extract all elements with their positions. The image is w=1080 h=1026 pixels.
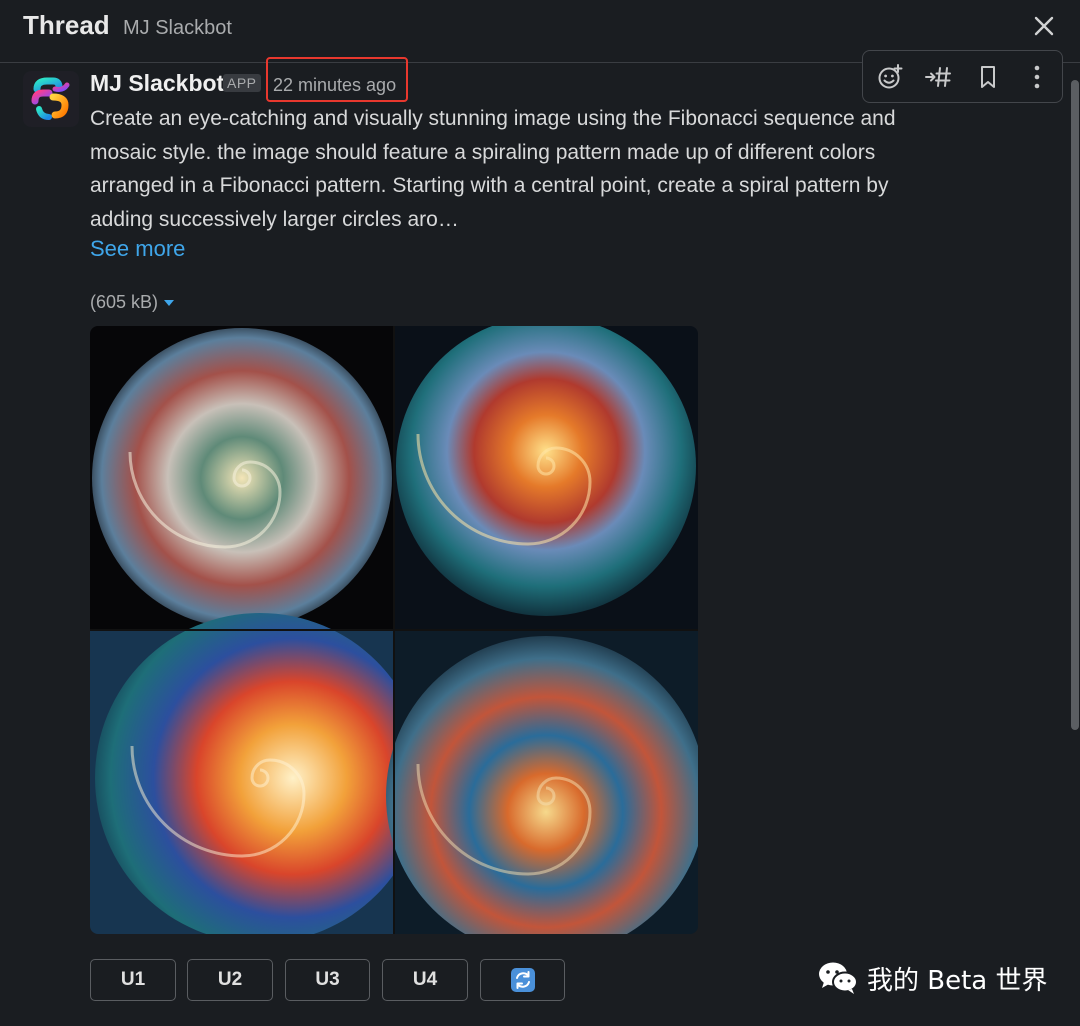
see-more-link[interactable]: See more — [90, 236, 185, 262]
message-body: Create an eye-catching and visually stun… — [90, 102, 990, 236]
timestamp-highlight-box — [266, 57, 408, 102]
reroll-button[interactable] — [480, 959, 565, 1001]
refresh-icon — [510, 968, 535, 992]
file-size-label: (605 kB) — [90, 292, 159, 312]
u2-button[interactable]: U2 — [187, 959, 273, 1001]
wechat-icon — [819, 962, 858, 994]
u4-button[interactable]: U4 — [382, 959, 468, 1001]
message-line: Create an eye-catching and visually stun… — [90, 107, 896, 130]
watermark: 我的 Beta 世界 — [817, 958, 1048, 998]
file-size-toggle[interactable]: (605 kB) — [90, 292, 175, 313]
thread-title: Thread — [23, 10, 110, 40]
mosaic-spiral-image — [90, 326, 698, 934]
avatar[interactable] — [23, 71, 79, 127]
sender-name[interactable]: MJ Slackbot — [90, 70, 224, 97]
watermark-text: 我的 Beta 世界 — [867, 965, 1048, 996]
message-line: arranged in a Fibonacci pattern. Startin… — [90, 174, 889, 197]
message-line: adding successively larger circles aro… — [90, 207, 459, 231]
bookmark-icon[interactable] — [974, 63, 1002, 91]
caret-down-icon — [164, 300, 175, 307]
message-line: mosaic style. the image should feature a… — [90, 140, 876, 164]
close-icon[interactable] — [1030, 12, 1058, 40]
message-actions-toolbar — [862, 50, 1063, 103]
u1-button[interactable]: U1 — [90, 959, 176, 1001]
app-badge: APP — [223, 74, 261, 92]
thread-scrollbar[interactable] — [1071, 80, 1079, 730]
u3-button[interactable]: U3 — [285, 959, 370, 1001]
thread-channel-name: MJ Slackbot — [123, 17, 232, 39]
more-actions-icon[interactable] — [1023, 63, 1051, 91]
reply-in-channel-icon[interactable] — [924, 63, 952, 91]
generated-image-grid[interactable] — [90, 326, 698, 934]
add-reaction-icon[interactable] — [876, 63, 904, 91]
